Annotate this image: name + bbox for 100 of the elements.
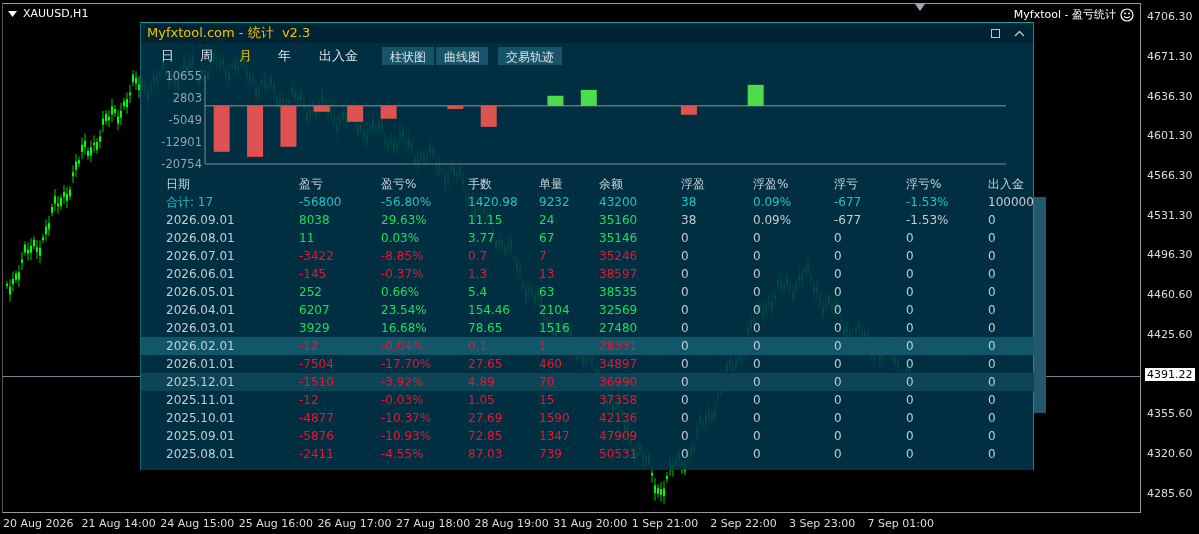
maximize-icon[interactable] xyxy=(991,28,1000,38)
period-tab[interactable]: 月 xyxy=(239,45,252,67)
table-cell-text: 43200 xyxy=(599,195,639,209)
table-cell-text: 2025.10.01 xyxy=(166,411,236,425)
table-cell-text: 0 xyxy=(906,285,915,299)
table-cell-text: 32569 xyxy=(599,303,639,317)
time-label: 2 Sep 22:00 xyxy=(710,517,777,530)
table-cell-text: 9232 xyxy=(539,195,571,209)
table-cell-text: 0 xyxy=(681,231,690,245)
highlighted-row[interactable]: 2026.02.01 -12 -0.04% 0.1 1 28331 0 0 0 0 0 xyxy=(141,337,1034,355)
axis-label: -12901 xyxy=(161,135,202,149)
table-cell-text: -12 xyxy=(299,339,320,353)
price-label: 4391.22 xyxy=(1145,367,1195,381)
price-label: 4671.30 xyxy=(1146,50,1194,64)
table-cell-text: 0 xyxy=(906,303,915,317)
table-cell-text: 0 xyxy=(988,303,997,317)
table-cell-text: 0 xyxy=(834,429,843,443)
table-cell-text: 0 xyxy=(753,303,762,317)
table-cell-text: 1420.98 xyxy=(468,195,519,209)
table-cell-text: -145 xyxy=(299,267,328,281)
table-cell-text: 0 xyxy=(988,213,997,227)
column-header: 盈亏 xyxy=(299,175,324,193)
table-cell-text: 460 xyxy=(539,357,563,371)
table-cell-text: -2411 xyxy=(299,447,335,461)
table-cell-text: 0 xyxy=(681,357,690,371)
table-cell-text: 0 xyxy=(834,303,843,317)
table-cell-text: 63 xyxy=(539,285,556,299)
table-cell-text: 2025.11.01 xyxy=(166,393,236,407)
table-cell-text: 0.09% xyxy=(753,195,793,209)
period-tab[interactable]: 周 xyxy=(200,45,213,67)
period-tab[interactable]: 年 xyxy=(278,45,291,67)
table-cell-text: 0 xyxy=(988,393,997,407)
table-cell-text: 87.03 xyxy=(468,447,504,461)
table-cell-text: 34897 xyxy=(599,357,639,371)
column-header: 手数 xyxy=(468,175,493,193)
view-button[interactable]: 曲线图 xyxy=(436,47,488,65)
time-label: 31 Aug 20:00 xyxy=(553,517,628,530)
table-cell-text: 3.77 xyxy=(468,231,496,245)
table-cell-text: 0 xyxy=(834,411,843,425)
table-cell-text: 38 xyxy=(681,195,698,209)
table-cell-text: 0 xyxy=(681,267,690,281)
table-cell-text: -1510 xyxy=(299,375,335,389)
table-cell-text: 0 xyxy=(988,411,997,425)
table-cell-text: 合计: 17 xyxy=(166,193,215,211)
table-cell-text: 28331 xyxy=(599,339,639,353)
table-cell-text: 0 xyxy=(753,447,762,461)
axis-label: 10655 xyxy=(165,69,202,83)
triangle-marker-icon[interactable] xyxy=(915,4,925,11)
view-button[interactable]: 柱状图 xyxy=(382,47,434,65)
collapse-icon[interactable] xyxy=(1014,29,1025,37)
time-label: 25 Aug 16:00 xyxy=(238,517,313,530)
table-cell-text: 72.85 xyxy=(468,429,504,443)
table-cell-text: -1.53% xyxy=(906,213,950,227)
table-cell-text: 2026.06.01 xyxy=(166,267,236,281)
price-label: 4531.30 xyxy=(1146,208,1194,222)
column-header: 浮亏 xyxy=(834,175,859,193)
caret-icon[interactable] xyxy=(8,10,17,17)
table-cell-text: 0 xyxy=(681,393,690,407)
table-cell-text: 0 xyxy=(834,357,843,371)
table-cell-text: 0 xyxy=(753,411,762,425)
column-header: 浮盈 xyxy=(681,175,706,193)
table-cell-text: 0 xyxy=(753,267,762,281)
symbol-label: XAUUSD,H1 xyxy=(23,7,89,20)
table-cell-text: 11 xyxy=(299,231,316,245)
table-cell-text: 6207 xyxy=(299,303,331,317)
table-cell-text: -17.70% xyxy=(381,357,433,371)
time-label: 21 Aug 14:00 xyxy=(81,517,156,530)
table-cell-text: 739 xyxy=(539,447,563,461)
table-cell-text: 0 xyxy=(906,231,915,245)
table-cell-text: 2026.03.01 xyxy=(166,321,236,335)
table-cell-text: 11.15 xyxy=(468,213,504,227)
table-cell-text: 0 xyxy=(681,375,690,389)
table-cell-text: 2026.01.01 xyxy=(166,357,236,371)
period-tab[interactable]: 日 xyxy=(161,45,174,67)
axis-label: -20754 xyxy=(161,157,202,169)
table-cell-text: 38 xyxy=(681,213,698,227)
column-header: 单量 xyxy=(539,175,564,193)
table-cell-text: 0 xyxy=(834,375,843,389)
table-cell-text: 37358 xyxy=(599,393,639,407)
highlighted-row[interactable]: 2025.12.01 -1510 -3.92% 4.89 70 36990 0 0 0 0 0 xyxy=(141,373,1034,391)
view-button[interactable]: 交易轨迹 xyxy=(498,47,562,65)
table-cell-text: -10.93% xyxy=(381,429,433,443)
table-cell-text: 2026.07.01 xyxy=(166,249,236,263)
time-label: 27 Aug 18:00 xyxy=(395,517,471,530)
period-tab[interactable]: 出入金 xyxy=(319,45,358,67)
table-cell-text: -677 xyxy=(834,213,863,227)
table-cell-text: 2025.08.01 xyxy=(166,447,236,461)
table-cell-text: 78.65 xyxy=(468,321,504,335)
scrollbar-thumb[interactable] xyxy=(1033,197,1046,413)
axis-label: 2803 xyxy=(172,91,202,105)
table-cell-text: 0 xyxy=(906,393,915,407)
table-cell-text: 0 xyxy=(753,429,762,443)
price-label: 4320.60 xyxy=(1146,446,1194,460)
price-label: 4460.60 xyxy=(1146,288,1194,302)
table-cell-text: 2026.02.01 xyxy=(166,339,236,353)
table-cell-text: -10.37% xyxy=(381,411,433,425)
table-cell-text: 35146 xyxy=(599,231,639,245)
table-cell-text: 0.7 xyxy=(468,249,489,263)
table-cell-text: 0 xyxy=(906,249,915,263)
table-cell-text: 2026.08.01 xyxy=(166,231,236,245)
